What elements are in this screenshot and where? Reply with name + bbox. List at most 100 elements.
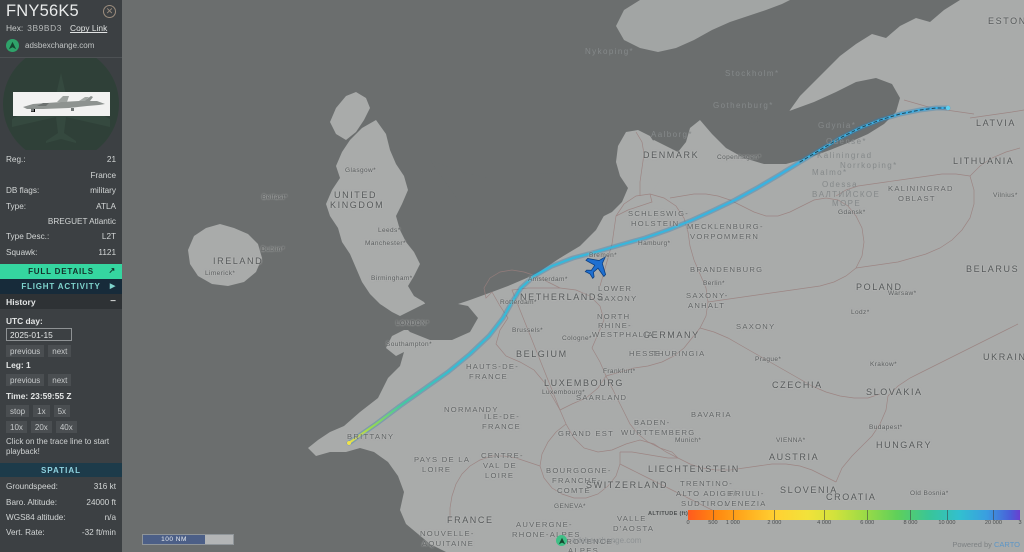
spatial-row: Baro. Altitude: 24000 ft — [6, 495, 116, 510]
altitude-legend: ALTITUDE (ft) 0 500 1 000 2 000 4 000 6 000 8 … — [648, 510, 1022, 531]
altitude-tick — [774, 510, 776, 520]
spec-row: Squawk: 1121 — [6, 245, 116, 260]
spec-value: ATLA — [96, 201, 116, 211]
chevron-right-icon: ▶ — [109, 283, 116, 291]
spec-row: France — [6, 168, 116, 183]
altitude-tick-label: 3 — [1018, 520, 1022, 526]
full-details-button[interactable]: FULL DETAILS ↗ — [0, 264, 122, 280]
aircraft-photo-thumbnail[interactable] — [12, 92, 110, 117]
brand-label: adsbexchange.com — [25, 41, 95, 51]
altitude-tick-label: 4 000 — [817, 520, 832, 526]
full-details-label: FULL DETAILS — [28, 267, 94, 277]
history-section-header[interactable]: History − — [0, 294, 122, 310]
altitude-tick-label: 1 000 — [725, 520, 740, 526]
day-next-button[interactable]: next — [48, 345, 72, 358]
spec-key: DB flags: — [6, 186, 40, 196]
spec-row: Type Desc.: L2T — [6, 229, 116, 244]
copy-link-button[interactable]: Copy Link — [70, 23, 107, 33]
trace-startpoint — [347, 441, 351, 445]
hex-label: Hex: — [6, 23, 24, 34]
spec-value: 21 — [106, 155, 116, 165]
brand-row: adsbexchange.com — [0, 35, 122, 57]
flight-activity-button[interactable]: FLIGHT ACTIVITY ▶ — [0, 279, 122, 295]
utc-day-input[interactable] — [6, 328, 72, 342]
spec-key: Squawk: — [6, 247, 38, 257]
playback-time-label: Time: 23:59:55 Z — [6, 391, 72, 402]
spatial-row: WGS84 altitude: n/a — [6, 510, 116, 525]
spec-key: Type Desc.: — [6, 232, 50, 242]
close-icon[interactable]: ✕ — [103, 5, 116, 18]
hex-row: Hex: 3B9BD3 Copy Link — [6, 23, 116, 33]
altitude-color-ramp — [688, 510, 1020, 520]
map-watermark-label: adsbexchange.com — [572, 536, 642, 545]
playback-speed-40x[interactable]: 40x — [55, 421, 77, 434]
playback-speed-1x[interactable]: 1x — [33, 405, 50, 418]
attribution-prefix: Powered by — [952, 540, 995, 549]
spatial-section-header[interactable]: SPATIAL — [0, 463, 122, 478]
spatial-key: Baro. Altitude: — [6, 497, 57, 507]
minus-icon[interactable]: − — [110, 296, 116, 307]
spatial-data-list: Groundspeed: 316 kt Baro. Altitude: 24000 f… — [0, 477, 122, 541]
external-link-icon[interactable]: ↗ — [108, 266, 116, 275]
leg-nav-buttons: previous next — [6, 374, 116, 387]
sidebar-header: FNY56K5 ✕ Hex: 3B9BD3 Copy Link — [0, 0, 122, 35]
attribution-brand[interactable]: CARTO — [994, 540, 1020, 549]
leg-previous-button[interactable]: previous — [6, 374, 45, 387]
hex-value: 3B9BD3 — [27, 23, 63, 34]
altitude-tick-label: 2 000 — [767, 520, 782, 526]
altitude-tick-label: 8 000 — [903, 520, 918, 526]
spec-row: Reg.: 21 — [6, 152, 116, 167]
spec-value: L2T — [101, 232, 116, 242]
altitude-tick — [946, 510, 948, 520]
aircraft-spec-list: Reg.: 21 France DB flags: military Type: ATLA B… — [0, 150, 122, 260]
playback-speed-10x[interactable]: 10x — [6, 421, 27, 434]
adsbexchange-logo-icon — [556, 535, 567, 546]
map-watermark: adsbexchange.com — [556, 535, 641, 546]
aircraft-photo-block[interactable] — [0, 58, 122, 151]
day-previous-button[interactable]: previous — [6, 345, 45, 358]
day-nav-buttons: previous next — [6, 345, 116, 358]
spec-row: BREGUET Atlantic — [6, 214, 116, 229]
altitude-legend-title: ALTITUDE (ft) — [648, 511, 689, 517]
altitude-tick — [867, 510, 869, 520]
spatial-key: WGS84 altitude: — [6, 512, 66, 522]
altitude-tick-label: 10 000 — [938, 520, 956, 526]
spatial-value: 316 kt — [93, 482, 116, 492]
flight-activity-label: FLIGHT ACTIVITY — [21, 282, 101, 292]
leg-next-button[interactable]: next — [48, 374, 72, 387]
playback-speed-5x[interactable]: 5x — [53, 405, 71, 418]
altitude-tick-label: 500 — [708, 520, 718, 526]
history-title: History — [6, 296, 36, 307]
history-panel: UTC day: previous next Leg: 1 previous n… — [0, 309, 122, 457]
playback-speed-20x[interactable]: 20x — [30, 421, 52, 434]
spec-value: BREGUET Atlantic — [47, 216, 116, 226]
aircraft-callsign: FNY56K5 — [6, 2, 79, 20]
adsbexchange-logo-icon — [6, 39, 19, 53]
trace-endpoint — [945, 105, 951, 111]
altitude-tick — [824, 510, 826, 520]
spatial-title: SPATIAL — [40, 465, 82, 475]
playback-speed-stop[interactable]: stop — [6, 405, 30, 418]
spec-row: DB flags: military — [6, 183, 116, 198]
spatial-key: Groundspeed: — [6, 482, 58, 492]
map-attribution[interactable]: Powered by CARTO — [952, 540, 1020, 549]
spatial-row: Groundspeed: 316 kt — [6, 479, 116, 494]
playback-hint: Click on the trace line to start playbac… — [6, 437, 110, 457]
spatial-value: 24000 ft — [86, 497, 116, 507]
altitude-tick-label: 0 — [686, 520, 690, 526]
adsb-exchange-app: ESTONIALATVIALITHUANIAKALININGRADOBLASTV… — [0, 0, 1024, 552]
spatial-value: n/a — [104, 512, 116, 522]
altitude-tick — [712, 510, 714, 520]
spec-key: Type: — [6, 201, 27, 211]
altitude-tick — [732, 510, 734, 520]
spec-value: 1121 — [98, 247, 116, 257]
altitude-tick-label: 6 000 — [860, 520, 875, 526]
spatial-key: Vert. Rate: — [6, 528, 45, 538]
map-canvas[interactable]: ESTONIALATVIALITHUANIAKALININGRADOBLASTV… — [0, 0, 1024, 552]
leg-label: Leg: 1 — [6, 360, 31, 371]
spec-value: military — [90, 186, 116, 196]
spec-key: Reg.: — [6, 155, 26, 165]
aircraft-info-sidebar: FNY56K5 ✕ Hex: 3B9BD3 Copy Link adsbexch… — [0, 0, 122, 552]
spec-row: Type: ATLA — [6, 199, 116, 214]
spatial-row: Vert. Rate: -32 ft/min — [6, 525, 116, 540]
